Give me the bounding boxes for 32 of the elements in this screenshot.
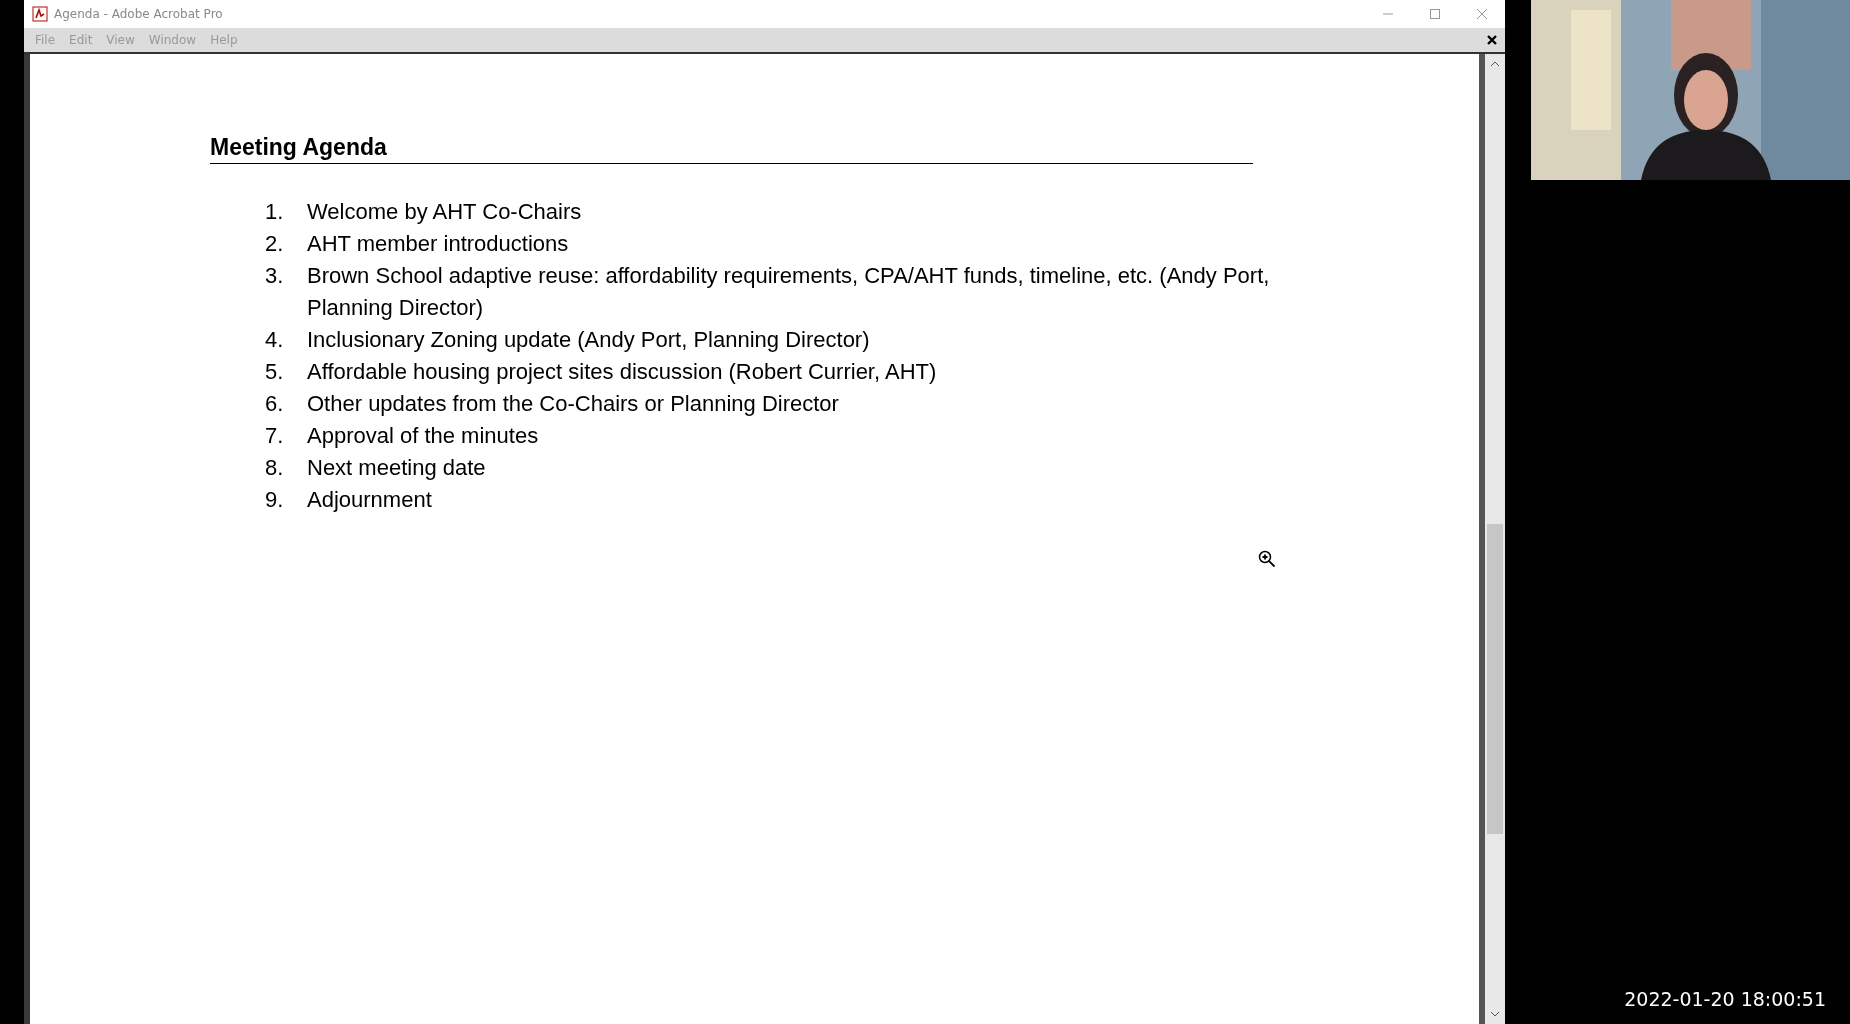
vertical-scrollbar[interactable] bbox=[1479, 54, 1505, 1024]
pdf-icon bbox=[32, 6, 48, 22]
menu-item[interactable]: Edit bbox=[64, 31, 98, 49]
item-number: 7. bbox=[265, 422, 285, 450]
agenda-item: Affordable housing project sites discussion (Robert Currier, AHT) bbox=[307, 358, 937, 386]
menu-item[interactable]: View bbox=[101, 31, 140, 49]
timestamp: 2022-01-20 18:00:51 bbox=[1624, 988, 1826, 1010]
agenda-item: Inclusionary Zoning update (Andy Port, Planning Director) bbox=[307, 326, 870, 354]
item-number: 2. bbox=[265, 230, 285, 258]
agenda-item: Approval of the minutes bbox=[307, 422, 539, 450]
agenda-item: AHT member introductions bbox=[307, 230, 569, 258]
document-heading: Meeting Agenda bbox=[210, 134, 1253, 164]
close-icon bbox=[1475, 8, 1488, 20]
agenda-item: Adjournment bbox=[307, 486, 432, 514]
agenda-item: Other updates from the Co-Chairs or Planning Director bbox=[307, 390, 839, 418]
menu-item[interactable]: File bbox=[30, 31, 61, 49]
item-number: 8. bbox=[265, 454, 285, 482]
item-number: 4. bbox=[265, 326, 285, 354]
agenda-item: Welcome by AHT Co-Chairs bbox=[307, 198, 582, 226]
menu-item[interactable]: Window bbox=[143, 31, 202, 49]
zoom-in-cursor-icon bbox=[1258, 550, 1276, 568]
item-number: 9. bbox=[265, 486, 285, 514]
item-number: 3. bbox=[265, 262, 285, 290]
item-number: 5. bbox=[265, 358, 285, 386]
agenda-item: Brown School adaptive reuse: affordability requirements, CPA/AHT funds, timeline, etc. (Andy Port, Planning Director) bbox=[307, 262, 1271, 322]
item-number: 6. bbox=[265, 390, 285, 418]
maximize-icon bbox=[1428, 8, 1441, 20]
menu-item[interactable]: Help bbox=[205, 31, 243, 49]
item-number: 1. bbox=[265, 198, 285, 226]
agenda-item: Next meeting date bbox=[307, 454, 486, 482]
scroll-thumb[interactable] bbox=[1487, 524, 1503, 834]
window-title: Agenda - Adobe Acrobat Pro bbox=[54, 7, 223, 21]
